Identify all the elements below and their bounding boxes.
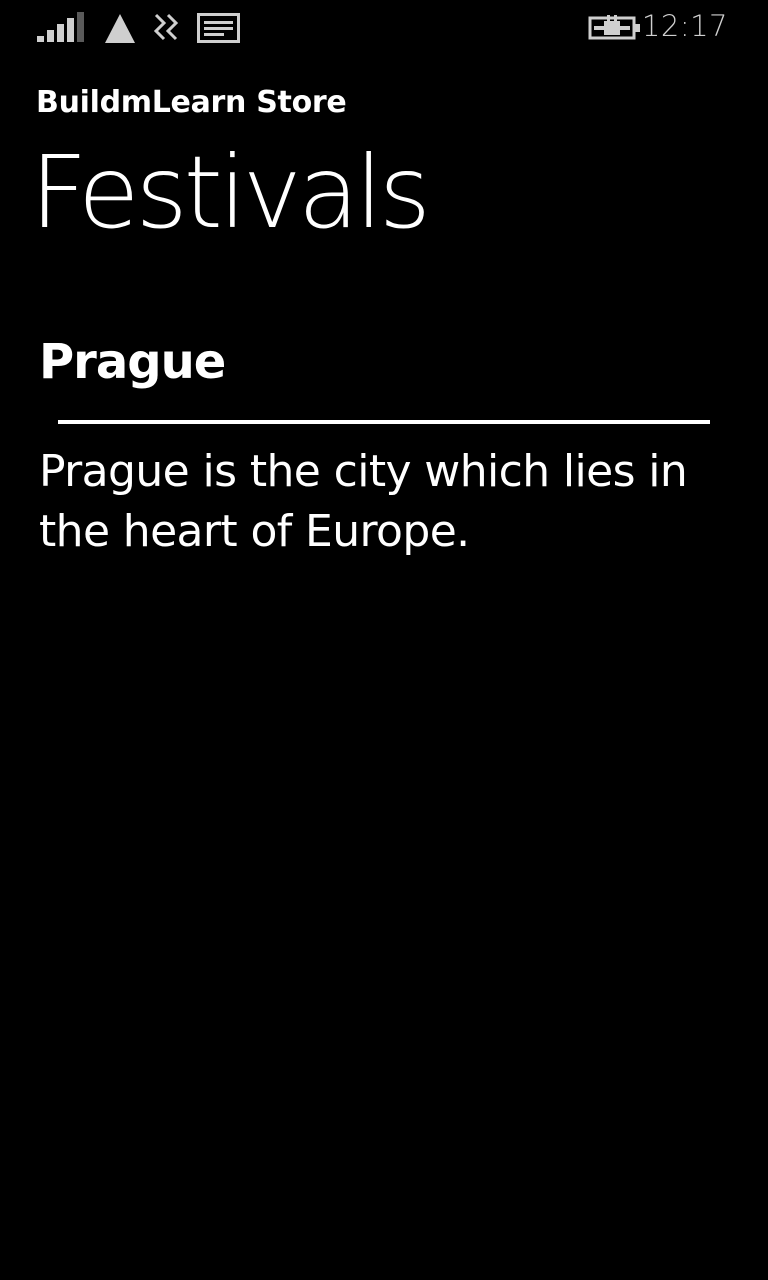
- app-title: BuildmLearn Store: [36, 85, 347, 120]
- vibrate-icon: [153, 13, 179, 41]
- item-description: Prague is the city which lies in the hea…: [39, 446, 688, 557]
- item-heading: Prague: [39, 334, 226, 390]
- divider: [58, 420, 710, 424]
- notification-message-icon: [197, 13, 240, 43]
- signal-bars-icon: [37, 12, 84, 42]
- battery-charging-icon: [588, 15, 640, 40]
- status-bar: 12:17: [0, 0, 768, 56]
- data-connection-icon: [105, 14, 135, 43]
- page-title: Festivals: [30, 134, 431, 251]
- clock: 12:17: [641, 9, 728, 43]
